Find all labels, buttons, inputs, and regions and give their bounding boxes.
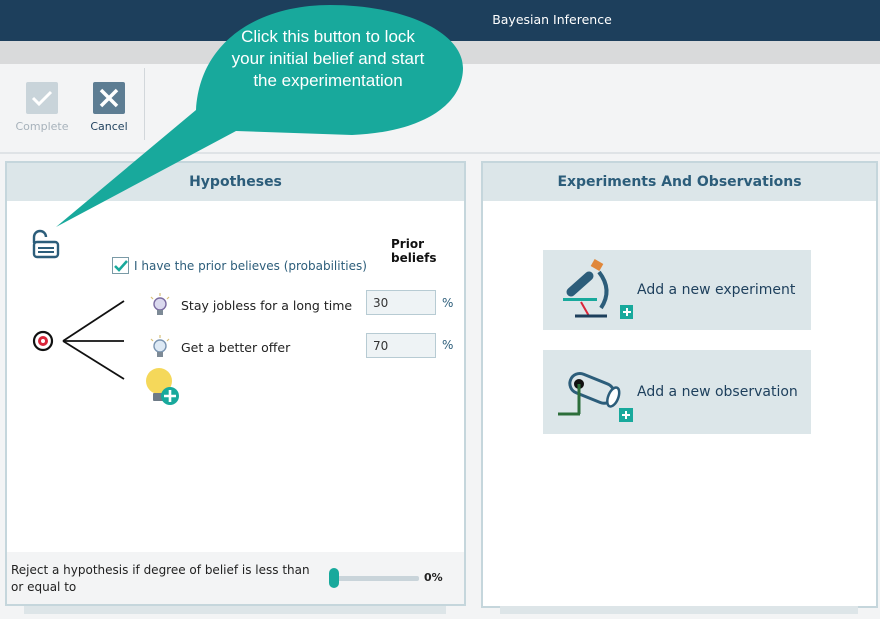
cancel-button-label: Cancel: [90, 120, 128, 133]
add-observation-button[interactable]: Add a new observation: [543, 350, 811, 434]
add-experiment-button[interactable]: Add a new experiment: [543, 250, 811, 330]
prior-belief-input[interactable]: 30: [366, 290, 436, 315]
lightbulb-icon: [150, 335, 170, 357]
cancel-button[interactable]: Cancel: [79, 82, 139, 133]
add-experiment-label: Add a new experiment: [637, 282, 796, 298]
magnifier-icon: [543, 352, 633, 432]
hypotheses-panel: Hypotheses Prior beliefs I have the prio…: [5, 161, 466, 606]
check-icon: [26, 82, 58, 114]
add-hypothesis-button[interactable]: [144, 367, 182, 411]
reject-threshold-slider-track[interactable]: [334, 576, 419, 581]
prior-beliefs-label: Prior beliefs: [391, 237, 437, 265]
prior-belief-input[interactable]: 70: [366, 333, 436, 358]
reject-threshold-value: 0%: [424, 571, 443, 584]
title-bar: Bayesian Inference: [0, 0, 880, 41]
tree-branch: [62, 300, 125, 342]
panel-shadow: [24, 606, 446, 614]
hypothesis-row[interactable]: Stay jobless for a long time: [149, 293, 352, 317]
prior-beliefs-checkbox[interactable]: [112, 257, 129, 274]
hypothesis-name: Get a better offer: [181, 339, 291, 355]
lightbulb-icon: [150, 293, 170, 315]
add-lightbulb-icon: [146, 368, 179, 405]
hypothesis-name: Stay jobless for a long time: [181, 297, 353, 313]
experiments-title: Experiments And Observations: [483, 163, 876, 201]
tree-branch: [62, 340, 125, 380]
reject-threshold-slider-thumb[interactable]: [329, 568, 339, 588]
hypothesis-tree: [32, 298, 132, 392]
window-title: Bayesian Inference: [492, 12, 612, 27]
close-icon: [93, 82, 125, 114]
prior-beliefs-checkbox-label: I have the prior believes (probabilities…: [134, 258, 367, 273]
target-icon: [32, 330, 54, 352]
experiments-panel: Experiments And Observations Add a new e…: [481, 161, 878, 608]
reject-threshold-label: Reject a hypothesis if degree of belief …: [11, 563, 310, 594]
toolbar: Complete Cancel: [0, 64, 880, 154]
percent-unit: %: [442, 296, 454, 310]
complete-button-label: Complete: [15, 120, 69, 133]
microscope-icon: [543, 250, 634, 330]
percent-unit: %: [442, 338, 454, 352]
menu-strip: [0, 41, 880, 64]
hypothesis-row[interactable]: Get a better offer: [149, 335, 290, 359]
add-observation-label: Add a new observation: [637, 384, 798, 400]
toolbar-divider: [144, 68, 145, 140]
complete-button[interactable]: Complete: [12, 82, 72, 133]
hypotheses-title: Hypotheses: [7, 163, 464, 201]
prior-beliefs-checkbox-row[interactable]: I have the prior believes (probabilities…: [112, 257, 367, 274]
reject-threshold-bar: Reject a hypothesis if degree of belief …: [7, 552, 464, 604]
panel-shadow: [500, 606, 858, 614]
callout-text: Click this button to lock your initial b…: [231, 27, 425, 90]
lock-icon[interactable]: [28, 229, 60, 263]
